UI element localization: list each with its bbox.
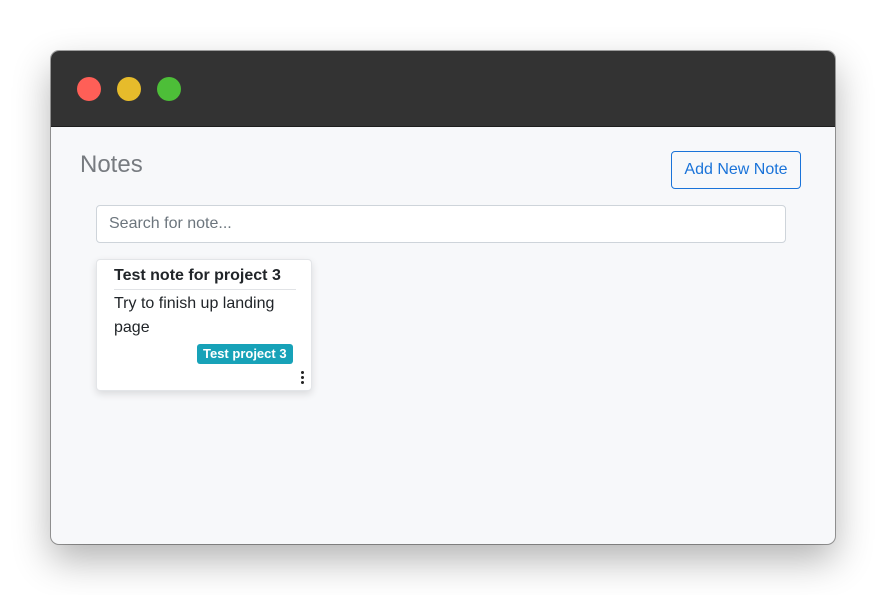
window-titlebar xyxy=(51,51,835,127)
close-window-button[interactable] xyxy=(77,77,101,101)
note-tag-badge: Test project 3 xyxy=(197,344,293,364)
note-divider xyxy=(114,289,296,290)
app-window: Notes Add New Note Test note for project… xyxy=(51,51,835,544)
minimize-window-button[interactable] xyxy=(117,77,141,101)
notes-page: Notes Add New Note Test note for project… xyxy=(51,127,835,544)
page-title: Notes xyxy=(80,151,143,178)
maximize-window-button[interactable] xyxy=(157,77,181,101)
note-card[interactable]: Test note for project 3 Try to finish up… xyxy=(96,259,312,391)
note-title: Test note for project 3 xyxy=(114,267,281,284)
search-input[interactable] xyxy=(96,205,786,243)
kebab-menu-icon[interactable] xyxy=(297,370,307,386)
note-body: Try to finish up landing page xyxy=(114,295,275,336)
add-new-note-button[interactable]: Add New Note xyxy=(671,151,801,189)
